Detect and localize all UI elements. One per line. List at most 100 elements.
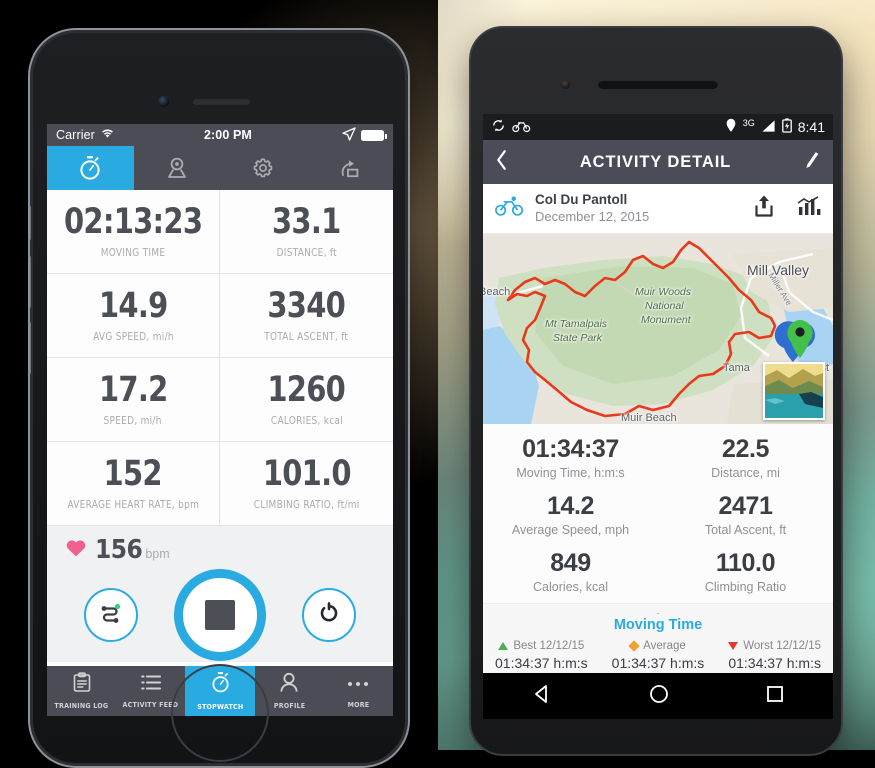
ios-top-tabbar xyxy=(47,146,393,190)
comparison-column-best[interactable]: Best 12/12/15 01:34:37 h:m:s xyxy=(483,640,600,671)
stop-button[interactable] xyxy=(174,569,266,661)
bottom-tab-more[interactable]: MORE xyxy=(324,666,393,716)
activity-date: December 12, 2015 xyxy=(535,208,650,224)
wifi-icon xyxy=(101,128,114,142)
comparison-row: Best 12/12/15 01:34:37 h:m:s Average 01:… xyxy=(483,640,833,671)
comparison-value: 01:34:37 h:m:s xyxy=(611,655,705,671)
share-icon[interactable] xyxy=(753,194,775,223)
comparison-head: Worst 12/12/15 xyxy=(716,640,833,652)
control-area: 156 bpm xyxy=(47,526,393,662)
location-pin-icon xyxy=(725,118,737,136)
metric-label: AVG SPEED, mi/h xyxy=(92,330,174,343)
tab-share[interactable] xyxy=(307,146,394,190)
map-label-park: Monument xyxy=(641,314,691,326)
chevron-left-icon[interactable] xyxy=(495,149,508,176)
android-nav-bar xyxy=(483,673,833,719)
stat-value: 14.2 xyxy=(546,492,595,520)
map-label-place: Tama xyxy=(723,362,750,374)
metric-label: CALORIES, kcal xyxy=(270,414,343,427)
metric-label: TOTAL ASCENT, ft xyxy=(264,330,349,343)
metric-cell: 1260 CALORIES, kcal xyxy=(220,358,393,442)
stat-label: Climbing Ratio xyxy=(704,580,787,594)
metric-cell: 152 AVERAGE HEART RATE, bpm xyxy=(47,442,220,526)
metrics-grid: 02:13:23 MOVING TIME 33.1 DISTANCE, ft 1… xyxy=(47,190,393,526)
metric-value: 1260 xyxy=(267,369,346,410)
activity-header[interactable]: Col Du Pantoll December 12, 2015 xyxy=(483,184,833,234)
bicycle-icon xyxy=(512,119,531,136)
metric-value: 33.1 xyxy=(272,201,341,242)
comparison-dot: · xyxy=(656,608,660,618)
heart-rate-unit: bpm xyxy=(145,547,170,561)
bottom-tab-training-log[interactable]: TRAINING LOG xyxy=(47,666,116,716)
earpiece-speaker xyxy=(598,80,718,89)
stat-label: Moving Time, h:m:s xyxy=(516,466,625,480)
comparison-head: Average xyxy=(600,640,717,652)
ellipsis-icon xyxy=(345,673,371,697)
tab-settings[interactable] xyxy=(220,146,307,190)
iphone-screen: Carrier 2:00 PM 02:13:23 MOVING TIME 33.… xyxy=(47,124,393,716)
person-icon xyxy=(279,672,299,698)
landscape-photo-thumbnail[interactable] xyxy=(763,362,825,420)
lap-refresh-icon xyxy=(317,601,341,630)
volume-up-button[interactable] xyxy=(30,256,31,308)
circle-home-icon[interactable] xyxy=(649,684,669,709)
bicycle-icon xyxy=(495,195,525,222)
metric-value: 101.0 xyxy=(262,453,352,494)
metric-label: DISTANCE, ft xyxy=(276,246,337,259)
stat-label: Distance, mi xyxy=(711,466,780,480)
triangle-back-icon[interactable] xyxy=(532,684,552,709)
metric-label: SPEED, mi/h xyxy=(103,414,163,427)
silent-switch[interactable] xyxy=(30,206,31,240)
metric-value: 17.2 xyxy=(98,369,168,410)
metric-cell: 101.0 CLIMBING RATIO, ft/mi xyxy=(220,442,393,526)
network-type-label: 3G xyxy=(742,118,755,128)
stat-value: 110.0 xyxy=(715,549,776,577)
metric-value: 152 xyxy=(103,453,163,494)
volume-down-button[interactable] xyxy=(30,322,31,374)
tab-map[interactable] xyxy=(134,146,221,190)
map-label-park: State Park xyxy=(553,332,603,344)
home-button[interactable] xyxy=(171,664,269,762)
comparison-head-label: Worst 12/12/15 xyxy=(743,640,822,652)
tab-stopwatch[interactable] xyxy=(47,146,134,190)
location-arrow-icon xyxy=(342,126,356,144)
route-button[interactable] xyxy=(84,588,138,642)
comparison-value: 01:34:37 h:m:s xyxy=(728,655,821,671)
comparison-column-worst[interactable]: Worst 12/12/15 01:34:37 h:m:s xyxy=(716,640,833,671)
chart-bars-icon[interactable] xyxy=(797,195,821,222)
comparison-section: · Moving Time Best 12/12/15 01:34:37 h:m… xyxy=(483,603,833,681)
stat-value: 22.5 xyxy=(721,435,770,463)
pencil-icon[interactable] xyxy=(803,150,821,175)
square-recents-icon[interactable] xyxy=(766,685,784,708)
android-app-bar: ACTIVITY DETAIL xyxy=(483,140,833,184)
transport-controls xyxy=(47,569,393,661)
clipboard-icon xyxy=(72,672,92,698)
earpiece-speaker xyxy=(193,99,250,105)
front-camera-icon xyxy=(561,80,570,89)
android-top-bezel xyxy=(471,28,841,112)
stat-label: Calories, kcal xyxy=(532,580,609,594)
bottom-tab-label: MORE xyxy=(347,700,370,709)
battery-icon xyxy=(361,129,387,141)
carrier-label: Carrier xyxy=(56,128,95,142)
metric-value: 02:13:23 xyxy=(63,201,203,242)
android-clock: 8:41 xyxy=(797,119,825,135)
stat-value: 849 xyxy=(550,549,591,577)
activity-map[interactable]: Mill Valley Muir Woods National Monument… xyxy=(483,234,833,424)
android-device: 3G 8:41 ACTIVITY DETAIL Col Du Pantoll D… xyxy=(469,26,843,756)
comparison-head: Best 12/12/15 xyxy=(483,640,600,652)
triangle-up-icon xyxy=(498,642,509,650)
android-status-bar: 3G 8:41 xyxy=(483,114,833,140)
map-label-park: Mt Tamalpais xyxy=(545,318,608,330)
stat-label: Average Speed, mph xyxy=(511,523,630,537)
metric-cell: 17.2 SPEED, mi/h xyxy=(47,358,220,442)
lap-reset-button[interactable] xyxy=(302,588,356,642)
heart-rate-row: 156 bpm xyxy=(47,526,393,565)
comparison-value: 01:34:37 h:m:s xyxy=(495,655,588,671)
stat-value: 2471 xyxy=(718,492,773,520)
android-screen: 3G 8:41 ACTIVITY DETAIL Col Du Pantoll D… xyxy=(483,114,833,719)
comparison-column-average[interactable]: Average 01:34:37 h:m:s xyxy=(600,640,717,671)
comparison-title: Moving Time xyxy=(613,617,703,633)
stat-cell: 01:34:37 Moving Time, h:m:s xyxy=(483,430,658,487)
list-icon xyxy=(140,673,162,697)
